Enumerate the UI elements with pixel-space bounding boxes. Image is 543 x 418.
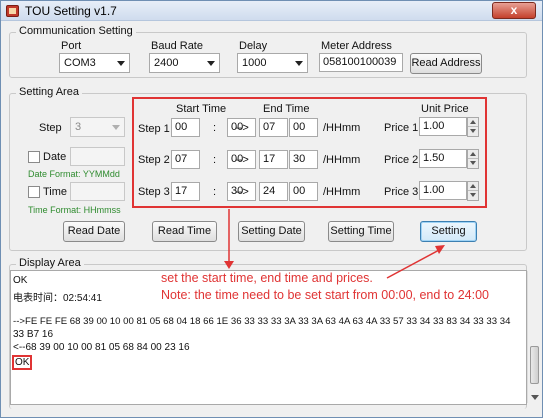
scrollbar-thumb[interactable] bbox=[530, 346, 539, 384]
date-label: Date bbox=[43, 151, 67, 163]
time-format-hint: Time Format: HHmmss bbox=[28, 205, 121, 215]
close-button[interactable]: x bbox=[492, 2, 536, 19]
step-2-start-separator: : bbox=[213, 154, 217, 166]
display-line: 33 B7 16 bbox=[13, 329, 54, 340]
port-select[interactable]: COM3 bbox=[59, 53, 130, 73]
date-checkbox[interactable] bbox=[28, 151, 40, 163]
communication-setting-legend: Communication Setting bbox=[16, 25, 136, 37]
baud-rate-label: Baud Rate bbox=[151, 40, 203, 52]
price-1-spinner[interactable] bbox=[467, 117, 479, 137]
read-address-button[interactable]: Read Address bbox=[410, 53, 482, 74]
price-3-spinner[interactable] bbox=[467, 181, 479, 201]
step-select-value: 3 bbox=[75, 121, 82, 133]
display-line: <--68 39 00 10 00 81 05 68 84 00 23 16 bbox=[13, 342, 190, 353]
step-2-unit: /HHmm bbox=[323, 154, 361, 166]
step-2-start-hour-input[interactable]: 07 bbox=[171, 150, 200, 169]
step-label: Step bbox=[39, 122, 62, 134]
display-scrollbar[interactable] bbox=[527, 271, 541, 403]
step-2-arrow: --> bbox=[235, 154, 249, 166]
price-2-spinner[interactable] bbox=[467, 149, 479, 169]
end-time-header: End Time bbox=[263, 103, 310, 115]
setting-date-button[interactable]: Setting Date bbox=[238, 221, 305, 242]
price-2-label: Price 2 bbox=[384, 154, 419, 166]
step-3-start-separator: : bbox=[213, 186, 217, 198]
step-select[interactable]: 3 bbox=[70, 117, 125, 137]
date-format-hint: Date Format: YYMMdd bbox=[28, 169, 120, 179]
window-title: TOU Setting v1.7 bbox=[25, 4, 117, 18]
baud-rate-select[interactable]: 2400 bbox=[149, 53, 220, 73]
delay-label: Delay bbox=[239, 40, 268, 52]
unit-price-header: Unit Price bbox=[421, 103, 469, 115]
step-3-unit: /HHmm bbox=[323, 186, 361, 198]
delay-select[interactable]: 1000 bbox=[237, 53, 308, 73]
meter-address-label: Meter Address bbox=[321, 40, 392, 52]
chevron-down-icon bbox=[207, 61, 215, 66]
step-1-end-minute-input[interactable]: 00 bbox=[289, 118, 318, 137]
display-line: -->FE FE FE 68 39 00 10 00 81 05 68 04 1… bbox=[13, 316, 511, 327]
chevron-down-icon bbox=[117, 61, 125, 66]
price-3-label: Price 3 bbox=[384, 186, 419, 198]
step-1-label: Step 1 bbox=[138, 123, 170, 135]
step-1-arrow: --> bbox=[235, 122, 249, 134]
setting-area-legend: Setting Area bbox=[16, 86, 82, 98]
baud-rate-select-value: 2400 bbox=[154, 57, 179, 69]
app-window: TOU Setting v1.7 x Communication Setting… bbox=[0, 0, 543, 418]
step-1-start-separator: : bbox=[213, 122, 217, 134]
price-1-label: Price 1 bbox=[384, 122, 419, 134]
spin-up-icon[interactable] bbox=[468, 150, 478, 159]
step-2-label: Step 2 bbox=[138, 154, 170, 166]
spin-down-icon[interactable] bbox=[468, 191, 478, 200]
spin-up-icon[interactable] bbox=[468, 182, 478, 191]
price-2-input[interactable]: 1.50 bbox=[419, 149, 467, 168]
setting-button[interactable]: Setting bbox=[420, 221, 477, 242]
spin-up-icon[interactable] bbox=[468, 118, 478, 127]
annotation-text-line1: set the start time, end time and prices. bbox=[161, 271, 373, 285]
step-1-end-hour-input[interactable]: 07 bbox=[259, 118, 288, 137]
meter-address-input[interactable]: 058100100039 bbox=[319, 53, 403, 72]
setting-time-button[interactable]: Setting Time bbox=[328, 221, 394, 242]
chevron-down-icon bbox=[112, 125, 120, 130]
chevron-down-icon bbox=[295, 61, 303, 66]
read-time-button[interactable]: Read Time bbox=[152, 221, 217, 242]
display-area-legend: Display Area bbox=[16, 257, 84, 269]
step-1-unit: /HHmm bbox=[323, 122, 361, 134]
step-3-end-hour-input[interactable]: 24 bbox=[259, 182, 288, 201]
date-input[interactable] bbox=[70, 147, 125, 166]
port-select-value: COM3 bbox=[64, 57, 96, 69]
step-3-start-hour-input[interactable]: 17 bbox=[171, 182, 200, 201]
scroll-down-icon[interactable] bbox=[531, 395, 539, 400]
title-bar[interactable]: TOU Setting v1.7 x bbox=[1, 1, 542, 21]
price-3-input[interactable]: 1.00 bbox=[419, 181, 467, 200]
display-line-ok-highlight: OK bbox=[12, 355, 33, 370]
step-2-end-minute-input[interactable]: 30 bbox=[289, 150, 318, 169]
read-date-button[interactable]: Read Date bbox=[63, 221, 125, 242]
delay-select-value: 1000 bbox=[242, 57, 267, 69]
display-line: OK bbox=[13, 275, 28, 286]
price-1-input[interactable]: 1.00 bbox=[419, 117, 467, 136]
spin-down-icon[interactable] bbox=[468, 159, 478, 168]
spin-down-icon[interactable] bbox=[468, 127, 478, 136]
step-1-start-hour-input[interactable]: 00 bbox=[171, 118, 200, 137]
step-3-end-minute-input[interactable]: 00 bbox=[289, 182, 318, 201]
time-input[interactable] bbox=[70, 182, 125, 201]
time-label: Time bbox=[43, 186, 68, 198]
app-icon bbox=[6, 5, 19, 17]
step-2-end-hour-input[interactable]: 17 bbox=[259, 150, 288, 169]
port-label: Port bbox=[61, 40, 82, 52]
time-checkbox[interactable] bbox=[28, 186, 40, 198]
step-3-label: Step 3 bbox=[138, 186, 170, 198]
display-line: 电表时间：02:54:41 bbox=[13, 293, 102, 304]
step-3-arrow: --> bbox=[235, 186, 249, 198]
annotation-text-line2: Note: the time need to be set start from… bbox=[161, 288, 489, 302]
start-time-header: Start Time bbox=[176, 103, 227, 115]
